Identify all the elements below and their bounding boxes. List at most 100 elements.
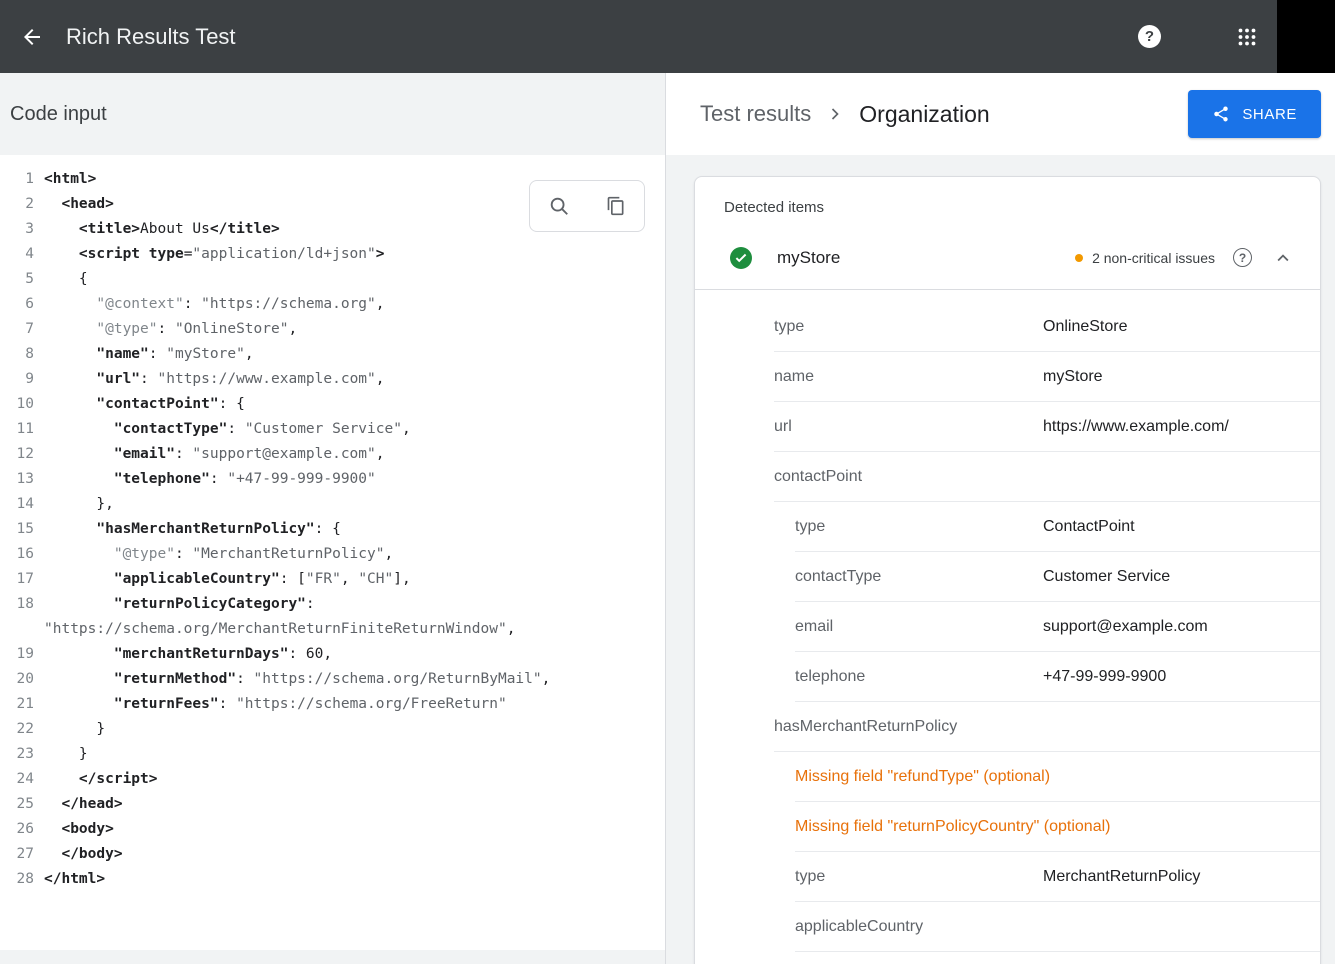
- code-line: 27 </body>: [0, 842, 665, 867]
- property-row: urlhttps://www.example.com/: [774, 402, 1320, 452]
- property-row: namemyStore: [774, 352, 1320, 402]
- code-line-content: "https://schema.org/MerchantReturnFinite…: [34, 617, 515, 642]
- horizontal-scrollbar[interactable]: [0, 950, 665, 964]
- code-line-content: "@type": "MerchantReturnPolicy",: [34, 542, 393, 567]
- help-icon[interactable]: ?: [1138, 25, 1161, 48]
- code-line: 4 <script type="application/ld+json">: [0, 242, 665, 267]
- item-header-right: 2 non-critical issues ?: [1075, 247, 1294, 269]
- code-line-content: <title>About Us</title>: [34, 217, 280, 242]
- back-button[interactable]: [12, 17, 52, 57]
- code-line-number: 20: [0, 667, 34, 692]
- code-line-content: <html>: [34, 167, 96, 192]
- code-line-content: "returnPolicyCategory":: [34, 592, 315, 617]
- code-editor[interactable]: 1<html>2 <head>3 <title>About Us</title>…: [0, 155, 665, 950]
- copy-code-button[interactable]: [587, 181, 644, 231]
- code-line-number: 11: [0, 417, 34, 442]
- issues-help-icon[interactable]: ?: [1233, 248, 1252, 267]
- code-line: 12 "email": "support@example.com",: [0, 442, 665, 467]
- code-line: 14 },: [0, 492, 665, 517]
- code-line-number: 6: [0, 292, 34, 317]
- app-title: Rich Results Test: [66, 24, 236, 50]
- code-line: 26 <body>: [0, 817, 665, 842]
- code-line-number: 23: [0, 742, 34, 767]
- code-line: 24 </script>: [0, 767, 665, 792]
- property-group-row: hasMerchantReturnPolicy: [774, 702, 1320, 752]
- code-line-content: "returnMethod": "https://schema.org/Retu…: [34, 667, 550, 692]
- property-label: url: [774, 418, 792, 436]
- property-value: MerchantReturnPolicy: [1043, 868, 1200, 886]
- code-line-content: "@type": "OnlineStore",: [34, 317, 297, 342]
- code-line-number: 7: [0, 317, 34, 342]
- back-arrow-icon: [20, 25, 44, 49]
- code-line-content: "@context": "https://schema.org",: [34, 292, 385, 317]
- property-label: contactPoint: [774, 468, 862, 486]
- code-line-number: 19: [0, 642, 34, 667]
- warning-row: Missing field "refundType" (optional): [795, 752, 1320, 802]
- collapse-button[interactable]: [1272, 247, 1294, 269]
- code-line-content: </html>: [34, 867, 105, 892]
- code-line-number: 21: [0, 692, 34, 717]
- code-line-content: </head>: [34, 792, 123, 817]
- code-toolbar: [529, 180, 645, 232]
- copy-icon: [606, 196, 626, 216]
- property-row: typeOnlineStore: [774, 302, 1320, 352]
- code-line-content: }: [34, 742, 88, 767]
- property-value: Customer Service: [1043, 568, 1170, 586]
- success-check-icon: [729, 246, 753, 270]
- property-label: type: [795, 868, 825, 886]
- code-line: 23 }: [0, 742, 665, 767]
- code-line-number: 16: [0, 542, 34, 567]
- main-area: Code input 1<html>2 <head>3 <title>About…: [0, 73, 1335, 964]
- breadcrumb-separator-icon: [825, 104, 845, 124]
- code-line: 25 </head>: [0, 792, 665, 817]
- code-line-number: 8: [0, 342, 34, 367]
- code-line-content: "contactPoint": {: [34, 392, 245, 417]
- code-line-content: <script type="application/ld+json">: [34, 242, 384, 267]
- code-line: 16 "@type": "MerchantReturnPolicy",: [0, 542, 665, 567]
- code-line-content: "contactType": "Customer Service",: [34, 417, 411, 442]
- share-button[interactable]: SHARE: [1188, 90, 1321, 138]
- property-value: OnlineStore: [1043, 318, 1128, 336]
- code-line-number: 3: [0, 217, 34, 242]
- apps-grid-icon: [1238, 28, 1256, 46]
- warning-text: Missing field "returnPolicyCountry" (opt…: [795, 818, 1110, 836]
- code-line: 19 "merchantReturnDays": 60,: [0, 642, 665, 667]
- property-value: myStore: [1043, 368, 1103, 386]
- code-line-number: 10: [0, 392, 34, 417]
- property-value: support@example.com: [1043, 618, 1208, 636]
- code-line: 22 }: [0, 717, 665, 742]
- property-value: ContactPoint: [1043, 518, 1135, 536]
- code-line-content: "returnFees": "https://schema.org/FreeRe…: [34, 692, 507, 717]
- search-icon: [548, 195, 570, 217]
- code-line: 17 "applicableCountry": ["FR", "CH"],: [0, 567, 665, 592]
- warning-row: Missing field "returnPolicyCountry" (opt…: [795, 802, 1320, 852]
- black-corner-panel: [1277, 0, 1335, 73]
- code-line-content: </body>: [34, 842, 123, 867]
- code-line: 6 "@context": "https://schema.org",: [0, 292, 665, 317]
- breadcrumb-current-page: Organization: [859, 101, 989, 128]
- code-line-content: "telephone": "+47-99-999-9900": [34, 467, 376, 492]
- apps-grid-button[interactable]: [1238, 28, 1256, 46]
- property-row: contactTypeCustomer Service: [795, 552, 1320, 602]
- topbar: Rich Results Test ?: [0, 0, 1335, 73]
- code-line-number: 13: [0, 467, 34, 492]
- breadcrumb-test-results[interactable]: Test results: [700, 101, 811, 127]
- code-line-content: <body>: [34, 817, 114, 842]
- code-line: 21 "returnFees": "https://schema.org/Fre…: [0, 692, 665, 717]
- code-line-content: },: [34, 492, 114, 517]
- chevron-up-icon: [1272, 247, 1294, 269]
- property-label: telephone: [795, 668, 865, 686]
- code-line: 15 "hasMerchantReturnPolicy": {: [0, 517, 665, 542]
- code-line: 9 "url": "https://www.example.com",: [0, 367, 665, 392]
- code-input-title: Code input: [10, 103, 107, 126]
- property-row: telephone+47-99-999-9900: [795, 652, 1320, 702]
- issues-count-label: 2 non-critical issues: [1092, 250, 1215, 266]
- code-line: 20 "returnMethod": "https://schema.org/R…: [0, 667, 665, 692]
- code-line-number: 25: [0, 792, 34, 817]
- detected-item-header[interactable]: myStore 2 non-critical issues ?: [695, 226, 1320, 290]
- code-line-number: 1: [0, 167, 34, 192]
- search-code-button[interactable]: [530, 181, 587, 231]
- code-line: "https://schema.org/MerchantReturnFinite…: [0, 617, 665, 642]
- code-line-content: }: [34, 717, 105, 742]
- code-lines: 1<html>2 <head>3 <title>About Us</title>…: [0, 167, 665, 892]
